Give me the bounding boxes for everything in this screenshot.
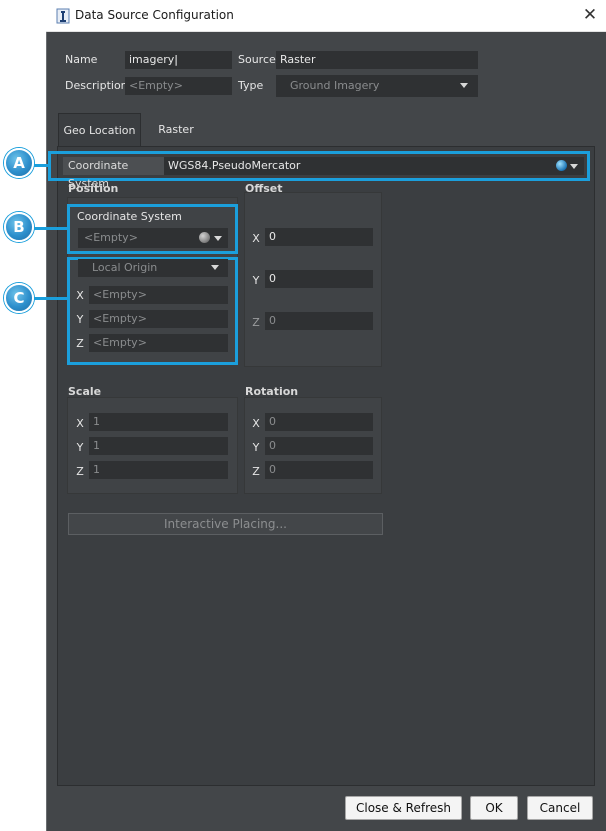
- offset-y-input[interactable]: 0: [265, 270, 373, 288]
- chevron-down-icon: [570, 164, 578, 169]
- rotation-x-input[interactable]: 0: [265, 413, 373, 431]
- coordinate-system-value: WGS84.PseudoMercator: [168, 159, 301, 172]
- position-coordinate-system-value: <Empty>: [84, 231, 138, 244]
- close-refresh-button[interactable]: Close & Refresh: [345, 796, 462, 820]
- offset-y-label: Y: [252, 274, 260, 287]
- scale-y-label: Y: [76, 441, 84, 454]
- callout-c-connector: [34, 297, 69, 300]
- position-y-label: Y: [76, 313, 84, 326]
- type-select[interactable]: Ground Imagery: [276, 75, 478, 97]
- position-x-input[interactable]: <Empty>: [89, 286, 228, 304]
- interactive-placing-button[interactable]: Interactive Placing...: [68, 513, 383, 535]
- offset-z-label: Z: [252, 316, 260, 329]
- scale-x-input[interactable]: 1: [89, 413, 228, 431]
- rotation-x-label: X: [252, 417, 260, 430]
- scale-y-input[interactable]: 1: [89, 437, 228, 455]
- local-origin-select[interactable]: Local Origin: [78, 259, 228, 277]
- ok-button[interactable]: OK: [470, 796, 518, 820]
- rotation-y-input[interactable]: 0: [265, 437, 373, 455]
- tab-raster[interactable]: Raster: [145, 113, 207, 147]
- close-icon[interactable]: ✕: [578, 4, 602, 26]
- chevron-down-icon: [460, 83, 468, 88]
- position-z-input[interactable]: <Empty>: [89, 334, 228, 352]
- scale-z-label: Z: [76, 465, 84, 478]
- cancel-button[interactable]: Cancel: [527, 796, 593, 820]
- window-title: Data Source Configuration: [75, 8, 234, 22]
- position-title: Position: [68, 182, 119, 195]
- coordinate-system-select[interactable]: WGS84.PseudoMercator: [164, 157, 584, 175]
- chevron-down-icon: [211, 265, 219, 270]
- position-coordinate-system-label: Coordinate System: [77, 210, 182, 223]
- callout-b-connector: [34, 227, 69, 230]
- name-label: Name: [65, 53, 98, 66]
- local-origin-value: Local Origin: [92, 261, 158, 274]
- source-field: Raster: [276, 51, 478, 69]
- name-value: imagery: [129, 53, 175, 66]
- name-input[interactable]: imagery|: [125, 51, 232, 69]
- callout-b-bubble: B: [4, 212, 34, 242]
- position-coordinate-system-select[interactable]: <Empty>: [78, 228, 228, 248]
- callout-a-connector: [34, 164, 50, 167]
- rotation-y-label: Y: [252, 441, 260, 454]
- position-y-input[interactable]: <Empty>: [89, 310, 228, 328]
- type-value: Ground Imagery: [290, 79, 380, 92]
- position-z-label: Z: [76, 337, 84, 350]
- scale-x-label: X: [76, 417, 84, 430]
- description-label: Description: [65, 79, 128, 92]
- rotation-z-label: Z: [252, 465, 260, 478]
- callout-c-bubble: C: [4, 283, 34, 313]
- offset-x-input[interactable]: 0: [265, 228, 373, 246]
- rotation-z-input[interactable]: 0: [265, 461, 373, 479]
- scale-z-input[interactable]: 1: [89, 461, 228, 479]
- source-label: Source: [238, 53, 276, 66]
- position-x-label: X: [76, 289, 84, 302]
- app-icon: [56, 8, 70, 24]
- tab-geo-location[interactable]: Geo Location: [58, 113, 141, 147]
- offset-x-label: X: [252, 232, 260, 245]
- callout-a-bubble: A: [4, 148, 34, 178]
- coordinate-system-label: Coordinate System: [63, 157, 164, 190]
- description-input[interactable]: <Empty>: [125, 77, 232, 95]
- chevron-down-icon: [214, 236, 222, 241]
- window-left-margin: [0, 0, 46, 831]
- globe-icon: [556, 160, 567, 171]
- globe-icon: [199, 232, 210, 243]
- type-label: Type: [238, 79, 264, 92]
- title-bar: Data Source Configuration ✕: [46, 0, 606, 32]
- offset-z-input[interactable]: 0: [265, 312, 373, 330]
